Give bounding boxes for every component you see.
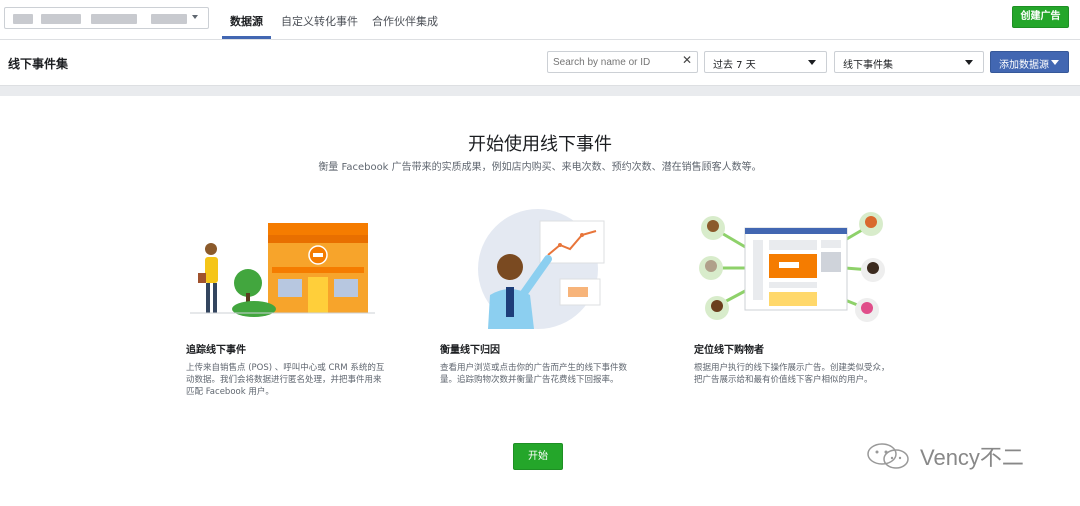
chevron-down-icon (192, 15, 198, 19)
hero-subtitle: 衡量 Facebook 广告带来的实质成果，例如店内购买、来电次数、预约次数、潜… (318, 162, 762, 173)
feature-title-measure: 衡量线下归因 (440, 345, 500, 356)
date-range-dropdown[interactable]: 过去 7 天 (704, 51, 827, 73)
tab-partner-integrations[interactable]: 合作伙伴集成 (372, 13, 438, 29)
search-input[interactable] (547, 51, 698, 73)
page-title: 线下事件集 (8, 57, 69, 71)
add-data-source-button[interactable]: 添加数据源 (990, 51, 1069, 73)
feature-title-target: 定位线下购物者 (694, 345, 764, 356)
tab-data-sources[interactable]: 数据源 (230, 13, 263, 29)
blurred-account-name (41, 14, 81, 24)
add-data-source-label: 添加数据源 (999, 60, 1049, 71)
store-illustration (190, 223, 375, 317)
blurred-account-name (13, 14, 33, 24)
watermark-text: Vency不二 (920, 445, 1024, 470)
divider-strip (0, 86, 1080, 96)
caret-down-icon (1051, 60, 1059, 65)
blurred-account-id (151, 14, 187, 24)
presenter-illustration (478, 209, 605, 329)
hero-title: 开始使用线下事件 (468, 134, 612, 155)
active-tab-indicator (222, 36, 271, 39)
caret-down-icon (965, 60, 973, 65)
event-set-value: 线下事件集 (843, 60, 893, 71)
feature-desc-target: 根据用户执行的线下操作展示广告。创建类似受众，把广告展示给和最有价值线下客户相似… (694, 363, 890, 385)
top-nav: 数据源 自定义转化事件 合作伙伴集成 创建广告 (0, 0, 1080, 40)
create-ad-button[interactable]: 创建广告 (1012, 6, 1069, 28)
date-range-value: 过去 7 天 (713, 60, 756, 71)
caret-down-icon (808, 60, 816, 65)
tab-custom-conversions[interactable]: 自定义转化事件 (281, 13, 358, 29)
close-icon[interactable]: ✕ (682, 53, 692, 67)
start-button[interactable]: 开始 (513, 443, 563, 470)
event-set-dropdown[interactable]: 线下事件集 (834, 51, 984, 73)
feature-title-track: 追踪线下事件 (186, 345, 246, 356)
wechat-icon (867, 443, 909, 469)
feature-desc-track: 上传来自销售点 (POS) 、呼叫中心或 CRM 系统的互动数据。我们会将数据进… (186, 363, 385, 397)
account-selector[interactable] (4, 7, 209, 29)
blurred-account-name (91, 14, 137, 24)
targeting-illustration (699, 212, 885, 322)
toolbar: 线下事件集 ✕ 过去 7 天 线下事件集 添加数据源 (0, 40, 1080, 86)
feature-desc-measure: 查看用户浏览或点击你的广告而产生的线下事件数量。追踪购物次数并衡量广告花费线下回… (440, 363, 628, 385)
